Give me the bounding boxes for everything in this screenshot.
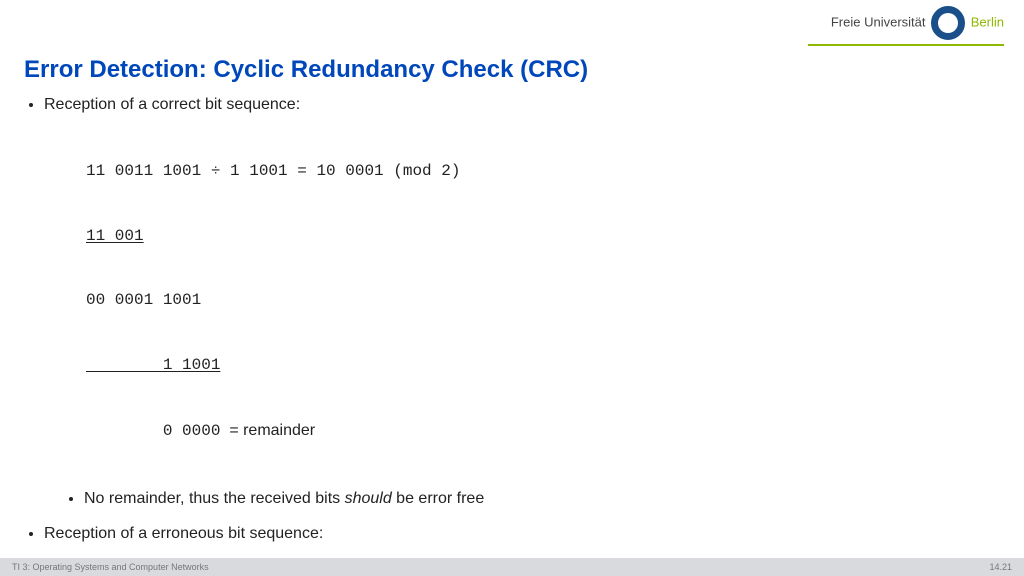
- spacer: [24, 509, 1000, 523]
- slide: Freie Universität Berlin Error Detection…: [0, 0, 1024, 576]
- header-rule: [808, 44, 1004, 46]
- slide-title: Error Detection: Cyclic Redundancy Check…: [24, 56, 588, 84]
- calc1-sub1: 11 001: [86, 226, 1000, 248]
- bullet-list: Reception of a correct bit sequence: 11 …: [24, 94, 1000, 509]
- logo-text: Freie Universität Berlin: [831, 6, 1004, 40]
- calc1-division: 11 0011 1001 ÷ 1 1001 = 10 0001 (mod 2): [86, 161, 1000, 183]
- calc1-res2: 0 0000 = remainder: [86, 420, 1000, 443]
- footer: TI 3: Operating Systems and Computer Net…: [0, 558, 1024, 576]
- logo-text-post: Berlin: [971, 14, 1004, 29]
- footer-right: 14.21: [989, 562, 1012, 572]
- slide-content: Reception of a correct bit sequence: 11 …: [24, 94, 1000, 576]
- calc1-res1: 00 0001 1001: [86, 290, 1000, 312]
- calc-block-1: 11 0011 1001 ÷ 1 1001 = 10 0001 (mod 2) …: [86, 118, 1000, 486]
- section-1: Reception of a correct bit sequence: 11 …: [44, 94, 1000, 509]
- logo-text-pre: Freie Universität: [831, 14, 926, 29]
- university-logo: Freie Universität Berlin: [831, 6, 1004, 40]
- section-2-heading: Reception of a erroneous bit sequence:: [44, 525, 323, 542]
- calc1-sub2: 1 1001: [86, 355, 1000, 377]
- section-1-heading: Reception of a correct bit sequence:: [44, 96, 300, 113]
- section-1-conclusion: No remainder, thus the received bits sho…: [84, 488, 1000, 510]
- section-1-sub: No remainder, thus the received bits sho…: [44, 488, 1000, 510]
- footer-left: TI 3: Operating Systems and Computer Net…: [12, 562, 209, 572]
- seal-icon: [931, 6, 965, 40]
